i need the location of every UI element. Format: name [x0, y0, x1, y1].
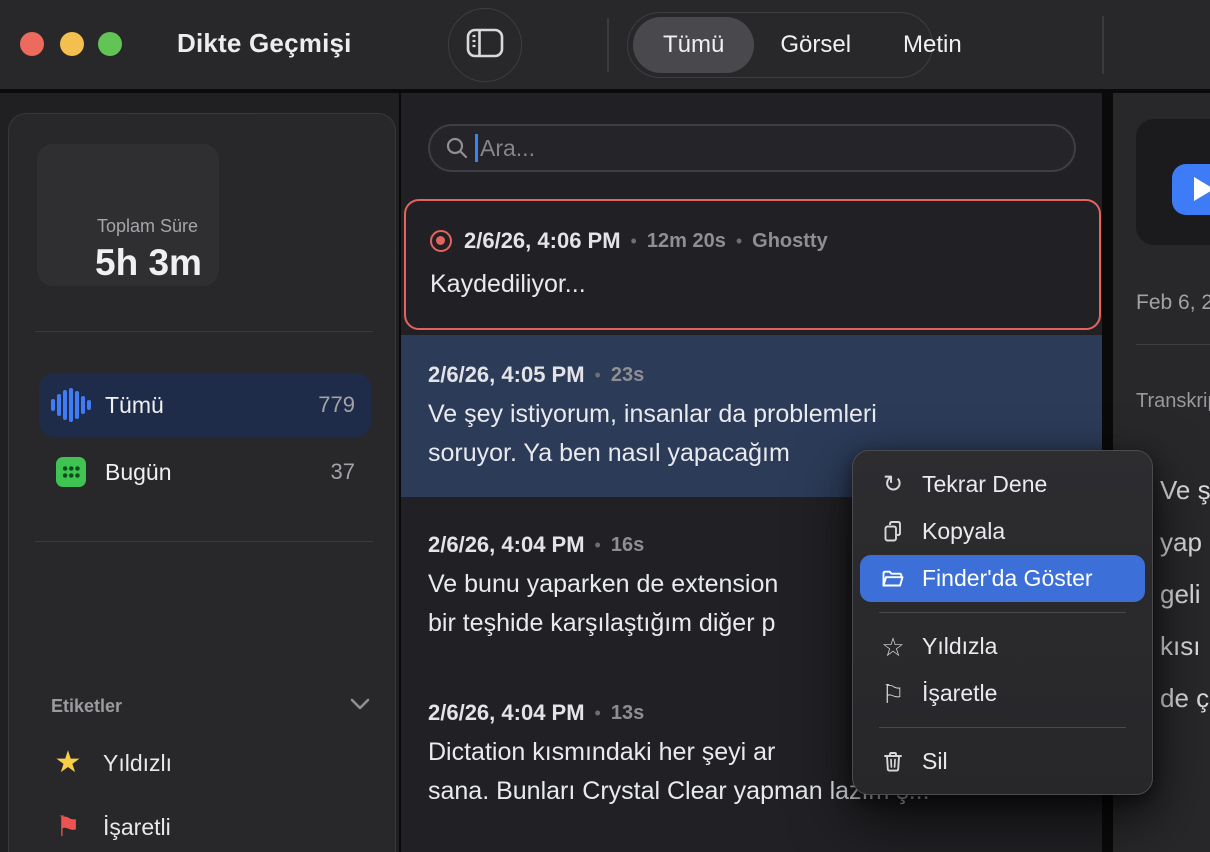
- transcript-line: kısı: [1160, 620, 1210, 672]
- window-title: Dikte Geçmişi: [177, 28, 352, 59]
- tab-visual[interactable]: Görsel: [754, 15, 877, 75]
- menu-item-label: Finder'da Göster: [922, 565, 1093, 592]
- sidebar-toggle-icon: [466, 27, 504, 64]
- calendar-icon: [55, 457, 87, 487]
- item-duration: 13s: [611, 702, 644, 725]
- menu-item-label: Yıldızla: [922, 633, 997, 660]
- item-date: 2/6/26, 4:05 PM: [428, 362, 585, 388]
- sidebar-item-today[interactable]: Bugün 37: [39, 440, 371, 504]
- redo-icon: ↻: [880, 473, 906, 497]
- sidebar: Toplam Süre 5h 3m Tümü 779 Bugün 37: [8, 113, 396, 852]
- zoom-window-button[interactable]: [98, 32, 122, 56]
- dot-separator: •: [595, 703, 601, 724]
- copy-icon: [880, 520, 906, 544]
- sidebar-item-flagged[interactable]: ⚑ İşaretli: [39, 799, 371, 852]
- flag-outline-icon: ⚐: [880, 681, 906, 707]
- item-app: Ghostty: [752, 230, 828, 253]
- menu-divider: [879, 612, 1126, 613]
- chevron-down-icon[interactable]: [349, 697, 371, 716]
- menu-item-label: Kopyala: [922, 518, 1005, 545]
- menu-item-label: İşaretle: [922, 680, 997, 707]
- detail-divider: [1136, 344, 1210, 345]
- transcript-text: Ve ş yap geli kısı de ç: [1160, 464, 1210, 724]
- menu-item-flag[interactable]: ⚐ İşaretle: [860, 670, 1145, 717]
- total-duration-value: 5h 3m: [95, 242, 202, 284]
- dot-separator: •: [595, 365, 601, 386]
- item-date: 2/6/26, 4:06 PM: [464, 228, 621, 254]
- menu-item-label: Sil: [922, 748, 948, 775]
- sidebar-toggle-button[interactable]: [448, 8, 522, 82]
- transcript-line: geli: [1160, 568, 1210, 620]
- dot-separator: •: [595, 535, 601, 556]
- total-duration-label: Toplam Süre: [97, 216, 198, 237]
- transcript-line: yap: [1160, 516, 1210, 568]
- sidebar-item-starred[interactable]: ★ Yıldızlı: [39, 735, 371, 791]
- item-duration: 16s: [611, 534, 644, 557]
- play-button[interactable]: [1172, 164, 1210, 215]
- menu-item-delete[interactable]: Sil: [860, 738, 1145, 785]
- app-window: Dikte Geçmişi Tümü Görsel Metin: [0, 0, 1210, 852]
- close-window-button[interactable]: [20, 32, 44, 56]
- tags-section-header[interactable]: Etiketler: [51, 696, 371, 717]
- context-menu: ↻ Tekrar Dene Kopyala Finder'da Göster: [852, 450, 1153, 795]
- menu-item-copy[interactable]: Kopyala: [860, 508, 1145, 555]
- search-icon: [445, 136, 469, 160]
- filter-segmented-control: Tümü Görsel Metin: [627, 12, 933, 78]
- total-duration-card: Toplam Süre 5h 3m: [37, 144, 219, 286]
- transcript-line: de ç: [1160, 672, 1210, 724]
- text-caret: [475, 134, 478, 162]
- sidebar-item-count: 779: [318, 392, 355, 418]
- tab-text[interactable]: Metin: [877, 15, 988, 75]
- item-duration: 12m 20s: [647, 230, 726, 253]
- menu-divider: [879, 727, 1126, 728]
- list-item-recording[interactable]: 2/6/26, 4:06 PM • 12m 20s • Ghostty Kayd…: [404, 199, 1101, 330]
- detail-date: Feb 6, 2: [1136, 291, 1210, 315]
- sidebar-item-count: 37: [331, 459, 355, 485]
- waveform-icon: [55, 388, 87, 422]
- sidebar-divider: [35, 541, 373, 542]
- sidebar-divider: [35, 331, 373, 332]
- minimize-window-button[interactable]: [60, 32, 84, 56]
- search-input[interactable]: [480, 135, 1040, 162]
- titlebar: Dikte Geçmişi Tümü Görsel Metin: [0, 0, 1210, 91]
- transcript-line: Ve ş: [1160, 464, 1210, 516]
- menu-item-label: Tekrar Dene: [922, 471, 1047, 498]
- star-icon: ★: [51, 748, 85, 778]
- menu-item-retry[interactable]: ↻ Tekrar Dene: [860, 461, 1145, 508]
- tag-label: Yıldızlı: [103, 750, 172, 777]
- tab-all[interactable]: Tümü: [633, 17, 754, 73]
- pane-divider: [1102, 16, 1104, 74]
- toolbar-divider: [607, 18, 609, 72]
- folder-icon: [880, 569, 906, 589]
- search-field[interactable]: [428, 124, 1076, 172]
- sidebar-item-label: Tümü: [105, 392, 318, 419]
- flag-icon: ⚑: [51, 813, 85, 841]
- item-duration: 23s: [611, 364, 644, 387]
- dot-separator: •: [736, 231, 742, 252]
- menu-item-show-in-finder[interactable]: Finder'da Göster: [860, 555, 1145, 602]
- item-text: Kaydediliyor...: [430, 265, 1099, 304]
- item-date: 2/6/26, 4:04 PM: [428, 532, 585, 558]
- star-outline-icon: ☆: [880, 634, 906, 660]
- record-icon: [430, 230, 452, 252]
- item-date: 2/6/26, 4:04 PM: [428, 700, 585, 726]
- sidebar-item-label: Bugün: [105, 459, 331, 486]
- dot-separator: •: [631, 231, 637, 252]
- menu-item-star[interactable]: ☆ Yıldızla: [860, 623, 1145, 670]
- tags-header-label: Etiketler: [51, 696, 349, 717]
- sidebar-backdrop: Toplam Süre 5h 3m Tümü 779 Bugün 37: [0, 93, 399, 852]
- trash-icon: [880, 750, 906, 774]
- transcript-header: Transkript: [1136, 390, 1210, 413]
- tag-label: İşaretli: [103, 814, 171, 841]
- sidebar-item-all[interactable]: Tümü 779: [39, 373, 371, 437]
- item-text-line: Ve şey istiyorum, insanlar da problemler…: [428, 395, 1102, 434]
